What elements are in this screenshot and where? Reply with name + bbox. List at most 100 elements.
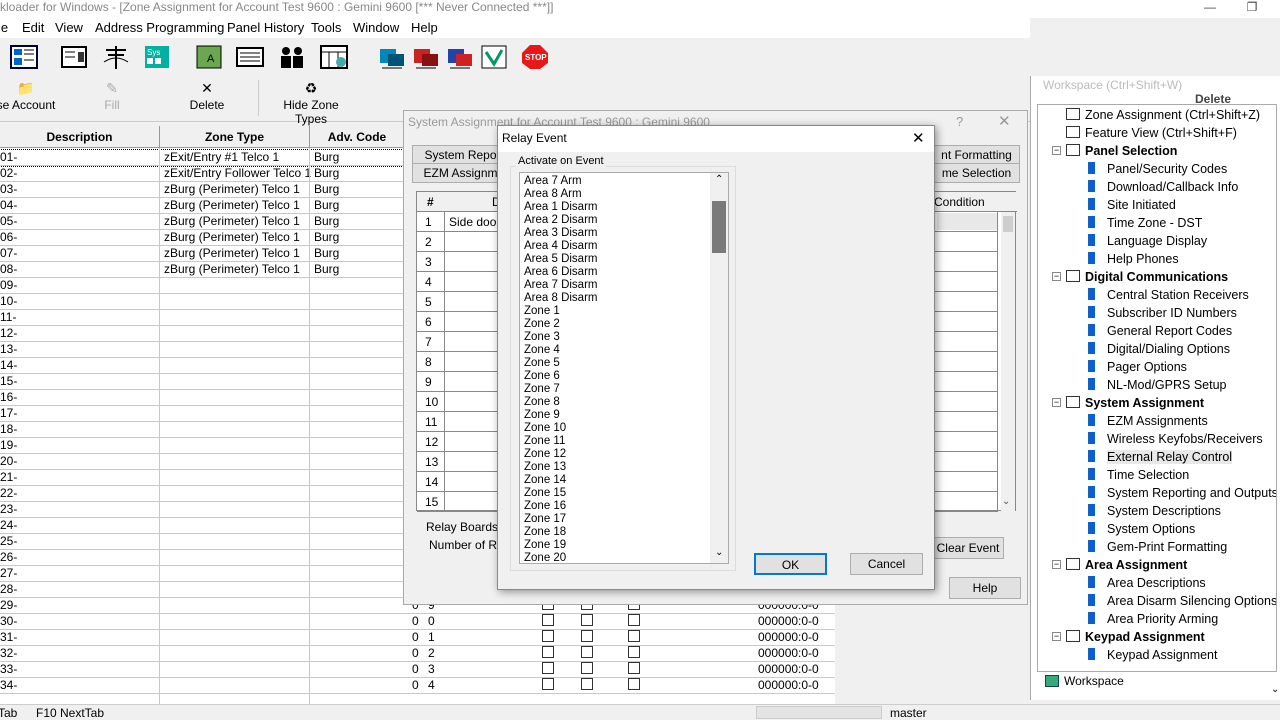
list-item[interactable]: Zone 8 — [524, 396, 560, 409]
tab-ezm-assignments[interactable]: EZM Assignm — [412, 163, 508, 183]
tree-item[interactable]: Feature View (Ctrl+Shift+F) — [1066, 125, 1237, 141]
collapse-icon[interactable]: − — [1052, 272, 1061, 281]
tree-item[interactable]: Area Priority Arming — [1088, 611, 1218, 627]
table-row[interactable]: 13- — [0, 342, 415, 358]
tree-item[interactable]: External Relay Control — [1088, 449, 1233, 465]
checkbox[interactable] — [581, 614, 593, 626]
checkbox[interactable] — [581, 678, 593, 690]
close-account-button[interactable]: 📁 se Account — [0, 80, 58, 112]
table-row[interactable]: 20- — [0, 454, 415, 470]
cancel-button[interactable]: Cancel — [850, 553, 923, 575]
table-row[interactable]: 11- — [0, 310, 415, 326]
table-row[interactable]: 0 4 000000:0-0 — [405, 678, 835, 694]
list-item[interactable]: Area 4 Disarm — [524, 240, 598, 253]
listbox-scrollbar[interactable]: ⌃ ⌄ — [710, 173, 728, 563]
checkbox[interactable] — [628, 678, 640, 690]
list-item[interactable]: Zone 17 — [524, 513, 566, 526]
table-row[interactable]: 19- — [0, 438, 415, 454]
table-row[interactable]: 02- zExit/Entry Follower Telco 1 Burg — [0, 166, 415, 182]
account-list-icon[interactable] — [10, 44, 38, 70]
keypad-icon[interactable] — [236, 44, 264, 70]
list-item[interactable]: Zone 1 — [524, 305, 560, 318]
table-row[interactable]: 01- zExit/Entry #1 Telco 1 Burg — [0, 149, 415, 167]
checkbox[interactable] — [542, 646, 554, 658]
tree-group[interactable]: − Keypad Assignment — [1052, 629, 1205, 645]
table-row[interactable]: 12- — [0, 326, 415, 342]
list-item[interactable]: Zone 15 — [524, 487, 566, 500]
tab-system-reporting[interactable]: System Repo — [412, 145, 508, 165]
table-row[interactable]: 06- zBurg (Perimeter) Telco 1 Burg — [0, 230, 415, 246]
table-row[interactable]: 31- — [0, 630, 415, 646]
tree-item[interactable]: Subscriber ID Numbers — [1088, 305, 1237, 321]
chevron-down-icon[interactable]: ⌄ — [715, 547, 723, 558]
chevron-down-icon[interactable]: ⌄ — [1002, 496, 1010, 507]
tree-item[interactable]: Keypad Assignment — [1088, 647, 1218, 663]
tree-item[interactable]: Panel/Security Codes — [1088, 161, 1227, 177]
tree-item[interactable]: Time Selection — [1088, 467, 1189, 483]
list-item[interactable]: Zone 20 — [524, 552, 566, 563]
checkbox[interactable] — [542, 614, 554, 626]
menu-view[interactable]: View — [55, 20, 83, 35]
minimize-icon[interactable]: — — [1190, 0, 1230, 16]
table-row[interactable]: 21- — [0, 470, 415, 486]
list-item[interactable]: Area 2 Disarm — [524, 214, 598, 227]
table-row[interactable]: 29- — [0, 598, 415, 614]
workspace-scrollbar[interactable]: ⌄ — [1271, 104, 1280, 700]
table-row[interactable]: 10- — [0, 294, 415, 310]
system-icon[interactable]: Sys — [143, 44, 171, 70]
scrollbar-thumb[interactable] — [1003, 216, 1013, 232]
tree-item[interactable]: Download/Callback Info — [1088, 179, 1238, 195]
restore-icon[interactable]: ❐ — [1232, 0, 1272, 16]
close-icon[interactable]: ✕ — [912, 129, 925, 147]
table-row[interactable]: 32- — [0, 646, 415, 662]
list-item[interactable]: Zone 19 — [524, 539, 566, 552]
table-row[interactable]: 04- zBurg (Perimeter) Telco 1 Burg — [0, 198, 415, 214]
dial-icon[interactable] — [412, 44, 440, 70]
table-row[interactable]: 03- zBurg (Perimeter) Telco 1 Burg — [0, 182, 415, 198]
chevron-down-icon[interactable]: ⌄ — [1271, 684, 1279, 695]
list-item[interactable]: Area 7 Disarm — [524, 279, 598, 292]
list-item[interactable]: Zone 6 — [524, 370, 560, 383]
table-row[interactable]: 17- — [0, 406, 415, 422]
list-item[interactable]: Zone 2 — [524, 318, 560, 331]
table-row[interactable]: 26- — [0, 550, 415, 566]
tree-item[interactable]: EZM Assignments — [1088, 413, 1208, 429]
tree-item[interactable]: Site Initiated — [1088, 197, 1176, 213]
ok-button[interactable]: OK — [754, 553, 827, 575]
table-scrollbar[interactable]: ⌄ — [1001, 212, 1015, 512]
tree-item[interactable]: Central Station Receivers — [1088, 287, 1249, 303]
tree-item[interactable]: General Report Codes — [1088, 323, 1232, 339]
table-row[interactable]: 33- — [0, 662, 415, 678]
tree-item[interactable]: System Options — [1088, 521, 1195, 537]
panel-icon[interactable] — [60, 44, 88, 70]
col-description[interactable]: Description — [0, 126, 160, 148]
hide-zone-types-button[interactable]: ♻ Hide Zone Types — [266, 80, 356, 126]
list-item[interactable]: Zone 16 — [524, 500, 566, 513]
list-item[interactable]: Area 5 Disarm — [524, 253, 598, 266]
collapse-icon[interactable]: − — [1052, 560, 1061, 569]
menu-panel-history[interactable]: Panel History — [227, 20, 304, 35]
collapse-icon[interactable]: − — [1052, 146, 1061, 155]
condition-cell[interactable] — [937, 213, 997, 230]
list-item[interactable]: Zone 11 — [524, 435, 565, 448]
menu-address-programming[interactable]: Address Programming — [95, 20, 224, 35]
checkbox[interactable] — [581, 646, 593, 658]
tab-time-selection[interactable]: me Selection — [934, 163, 1020, 183]
tree-item[interactable]: Language Display — [1088, 233, 1207, 249]
menu-file[interactable]: le — [0, 20, 8, 35]
checkbox[interactable] — [628, 614, 640, 626]
tab-formatting[interactable]: nt Formatting — [934, 145, 1020, 165]
menu-window[interactable]: Window — [353, 20, 399, 35]
table-row[interactable]: 0 2 000000:0-0 — [405, 646, 835, 662]
tree-item[interactable]: Zone Assignment (Ctrl+Shift+Z) — [1066, 107, 1260, 123]
checkbox[interactable] — [581, 630, 593, 642]
tree-group[interactable]: − Panel Selection — [1052, 143, 1177, 159]
area-icon[interactable]: A — [195, 44, 223, 70]
checkbox[interactable] — [628, 646, 640, 658]
table-row[interactable]: 30- — [0, 614, 415, 630]
col-zone-type[interactable]: Zone Type — [160, 126, 310, 148]
stop-icon[interactable]: STOP — [521, 44, 549, 70]
event-listbox[interactable]: Area 7 Arm Area 8 Arm Area 1 Disarm Area 2 … — [519, 172, 729, 564]
help-icon[interactable]: ? — [956, 114, 963, 129]
checkbox[interactable] — [581, 662, 593, 674]
